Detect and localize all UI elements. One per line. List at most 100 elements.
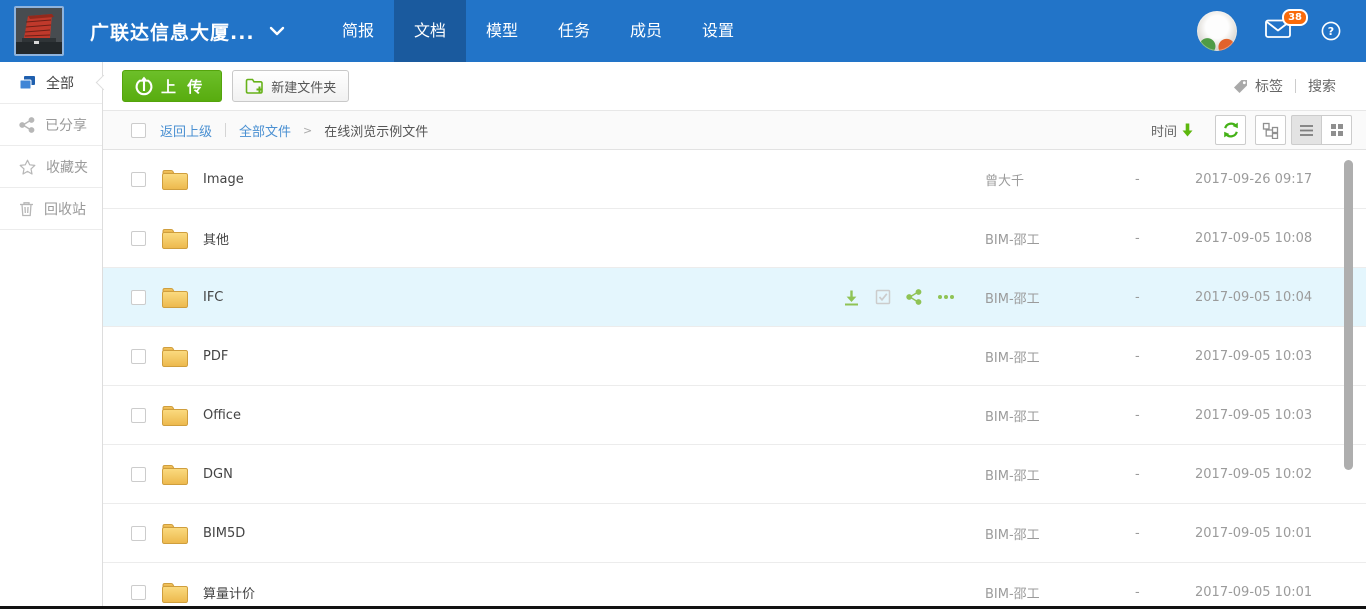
new-folder-button-label: 新建文件夹 (271, 77, 336, 96)
sidebar-item-favorites[interactable]: 收藏夹 (0, 146, 102, 188)
share-icon[interactable] (906, 289, 922, 305)
vertical-scrollbar[interactable] (1344, 160, 1353, 470)
row-checkbox[interactable] (131, 408, 146, 423)
file-size: - (1135, 231, 1195, 246)
refresh-icon (1222, 121, 1240, 139)
file-date: 2017-09-05 10:01 (1195, 526, 1310, 541)
folder-icon (160, 403, 190, 428)
grid-view-icon (1330, 123, 1344, 137)
tab-tasks[interactable]: 任务 (538, 0, 610, 62)
row-checkbox[interactable] (131, 467, 146, 482)
notification-badge: 38 (1282, 9, 1308, 26)
file-row[interactable]: PDF BIM-邵工 - 2017-09-05 10:03 (103, 327, 1366, 386)
more-actions-icon[interactable] (937, 294, 955, 300)
toolbar-divider (1295, 79, 1296, 93)
sidebar-item-label: 全部 (46, 73, 74, 93)
sidebar: 全部 已分享 收藏夹 (0, 62, 103, 609)
file-name-cell: BIM5D (160, 521, 985, 546)
tab-models[interactable]: 模型 (466, 0, 538, 62)
sidebar-item-shared[interactable]: 已分享 (0, 104, 102, 146)
file-date: 2017-09-05 10:02 (1195, 467, 1310, 482)
sidebar-item-all[interactable]: 全部 (0, 62, 102, 104)
app-window: 广联达信息大厦... 简报 文档 模型 任务 成员 设置 38 (0, 0, 1366, 609)
tags-button[interactable]: 标签 (1233, 76, 1283, 96)
file-name: BIM5D (203, 526, 245, 541)
question-circle-icon: ? (1320, 20, 1342, 42)
tab-members[interactable]: 成员 (610, 0, 682, 62)
main-tabs: 简报 文档 模型 任务 成员 设置 (322, 0, 754, 62)
new-folder-button[interactable]: 新建文件夹 (232, 70, 349, 102)
row-hover-actions (843, 289, 985, 306)
file-date: 2017-09-05 10:01 (1195, 585, 1310, 600)
row-checkbox[interactable] (131, 349, 146, 364)
sort-by-time-button[interactable]: 时间 (1151, 121, 1193, 140)
user-avatar[interactable] (1197, 11, 1237, 51)
file-name: PDF (203, 349, 228, 364)
select-all-checkbox[interactable] (131, 123, 146, 138)
file-row[interactable]: BIM5D BIM-邵工 - 2017-09-05 10:01 (103, 504, 1366, 563)
row-checkbox[interactable] (131, 526, 146, 541)
breadcrumb-separator: > (303, 124, 312, 137)
file-name: Office (203, 408, 241, 423)
file-name-cell: 算量计价 (160, 580, 985, 605)
building-image (16, 8, 62, 54)
file-date: 2017-09-05 10:03 (1195, 349, 1310, 364)
toolbar: 上 传 新建文件夹 标签 (103, 62, 1366, 110)
grid-view-button[interactable] (1321, 115, 1352, 145)
edit-check-icon[interactable] (875, 289, 891, 305)
folder-icon (160, 521, 190, 546)
refresh-button[interactable] (1215, 115, 1246, 145)
notifications-button[interactable]: 38 (1265, 19, 1292, 43)
help-button[interactable]: ? (1320, 20, 1342, 42)
row-checkbox[interactable] (131, 231, 146, 246)
list-view-button[interactable] (1291, 115, 1322, 145)
file-row[interactable]: Image 曾大千 - 2017-09-26 09:17 (103, 150, 1366, 209)
file-name: IFC (203, 290, 223, 305)
breadcrumb-root-link[interactable]: 全部文件 (239, 121, 291, 140)
file-row[interactable]: Office BIM-邵工 - 2017-09-05 10:03 (103, 386, 1366, 445)
breadcrumb-current: 在线浏览示例文件 (324, 121, 428, 140)
tab-briefing[interactable]: 简报 (322, 0, 394, 62)
file-row[interactable]: DGN BIM-邵工 - 2017-09-05 10:02 (103, 445, 1366, 504)
file-row[interactable]: 算量计价 BIM-邵工 - 2017-09-05 10:01 (103, 563, 1366, 609)
tab-settings[interactable]: 设置 (682, 0, 754, 62)
sidebar-item-label: 收藏夹 (46, 157, 88, 177)
file-name: 其他 (203, 229, 229, 248)
row-checkbox[interactable] (131, 172, 146, 187)
search-button[interactable]: 搜索 (1308, 76, 1336, 96)
download-icon[interactable] (843, 289, 860, 306)
toolbar-right: 标签 搜索 (1233, 76, 1336, 96)
row-checkbox[interactable] (131, 585, 146, 600)
tab-documents[interactable]: 文档 (394, 0, 466, 62)
file-name-cell: IFC (160, 285, 985, 310)
file-date: 2017-09-05 10:08 (1195, 231, 1310, 246)
upload-button[interactable]: 上 传 (122, 70, 222, 102)
project-title: 广联达信息大厦... (90, 18, 255, 45)
tags-label: 标签 (1255, 76, 1283, 96)
folder-icon (160, 226, 190, 251)
folder-plus-icon (245, 78, 264, 94)
project-switcher-chevron-down-icon[interactable] (269, 26, 285, 36)
folder-icon (160, 285, 190, 310)
search-label: 搜索 (1308, 76, 1336, 96)
top-navigation-bar: 广联达信息大厦... 简报 文档 模型 任务 成员 设置 38 (0, 0, 1366, 62)
tree-view-button[interactable] (1255, 115, 1286, 145)
file-name-cell: PDF (160, 344, 985, 369)
back-to-parent-link[interactable]: 返回上级 (160, 121, 212, 140)
tree-view-icon (1262, 122, 1279, 139)
upload-button-label: 上 传 (161, 76, 205, 97)
sidebar-item-recycle-bin[interactable]: 回收站 (0, 188, 102, 230)
cloud-upload-icon (134, 76, 154, 96)
breadcrumb-bar: 返回上级 全部文件 > 在线浏览示例文件 时间 (103, 110, 1366, 150)
trash-icon (19, 201, 34, 217)
file-name: 算量计价 (203, 583, 255, 602)
all-files-icon (19, 75, 36, 91)
breadcrumb-divider (225, 123, 226, 137)
project-thumbnail[interactable] (14, 6, 64, 56)
sidebar-item-label: 已分享 (45, 115, 87, 135)
folder-icon (160, 580, 190, 605)
file-row[interactable]: 其他 BIM-邵工 - 2017-09-05 10:08 (103, 209, 1366, 268)
file-owner: BIM-邵工 (985, 347, 1135, 366)
file-row[interactable]: IFC (103, 268, 1366, 327)
row-checkbox[interactable] (131, 290, 146, 305)
